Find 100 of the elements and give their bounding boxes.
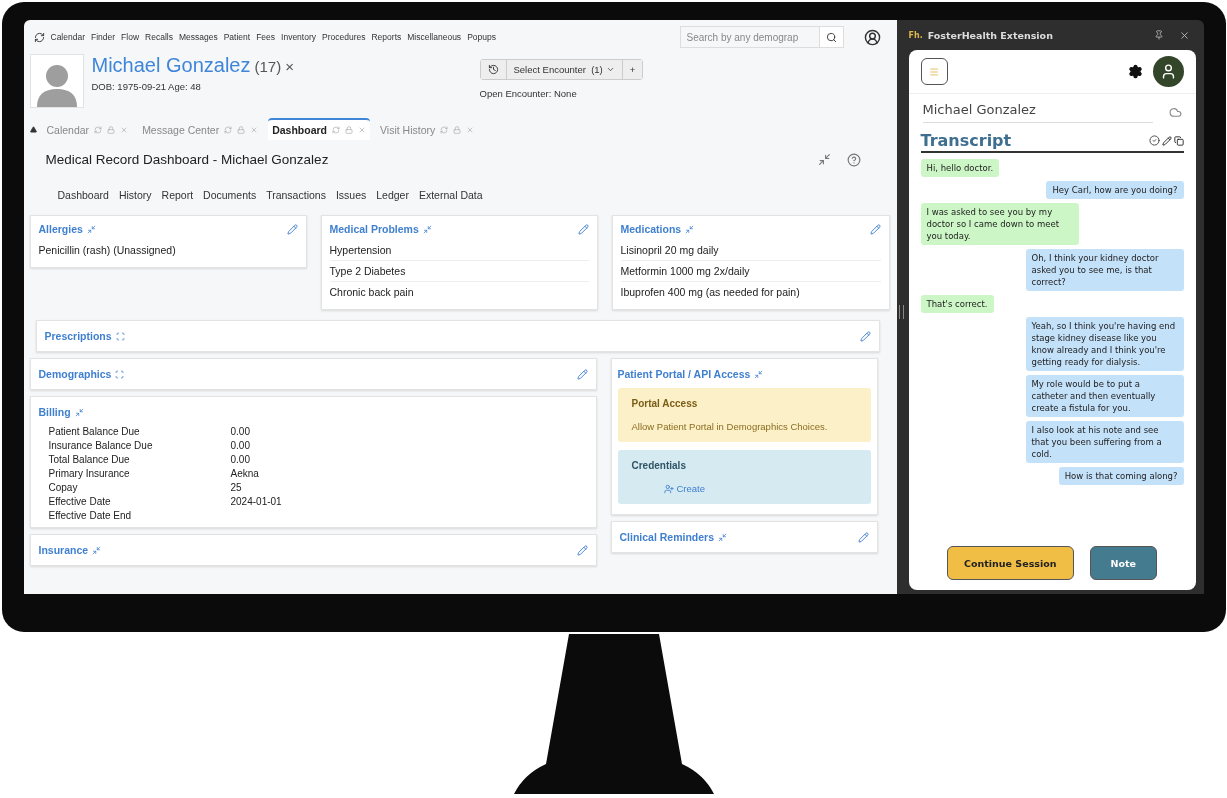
billing-label: Primary Insurance — [48, 468, 131, 479]
patient-dob-age: DOB: 1975-09-21 Age: 48 — [91, 81, 202, 92]
list-item: Hypertension — [329, 240, 589, 261]
nav-link[interactable]: Transactions — [266, 189, 326, 201]
history-button[interactable] — [480, 60, 507, 79]
edit-button[interactable] — [286, 223, 298, 235]
settings-icon[interactable] — [1127, 64, 1143, 79]
card-title: Medications — [620, 223, 682, 235]
user-icon[interactable] — [863, 28, 881, 46]
nav-link[interactable]: Ledger — [376, 189, 409, 201]
refresh-icon[interactable] — [94, 126, 103, 134]
nav-link[interactable]: Miscellaneous — [407, 32, 462, 42]
billing-value: Aekna — [230, 468, 260, 479]
nav-link[interactable]: Popups — [467, 32, 496, 42]
tab[interactable]: Calendar — [42, 118, 133, 140]
nav-link[interactable]: Fees — [256, 32, 276, 42]
billing-label: Patient Balance Due — [48, 426, 141, 437]
lock-icon[interactable] — [345, 126, 353, 134]
note-button[interactable]: Note — [1089, 546, 1157, 580]
patient-name-field[interactable]: Michael Gonzalez — [922, 102, 1153, 123]
nav-link[interactable]: Issues — [335, 189, 367, 201]
resize-handle-icon[interactable] — [898, 305, 904, 319]
billing-value: 0.00 — [230, 440, 251, 451]
expand-icon[interactable] — [115, 331, 125, 341]
logo-icon — [33, 31, 45, 43]
card-title: Insurance — [38, 544, 89, 556]
card-title: Patient Portal / API Access — [617, 368, 751, 380]
nav-link[interactable]: Reports — [371, 32, 402, 42]
card-title: Clinical Reminders — [619, 531, 715, 543]
message-bubble: My role would be to put a catheter and then eventually create a fistula for you. — [1025, 375, 1184, 417]
tab[interactable]: Message Center — [138, 118, 263, 140]
edit-button[interactable] — [576, 368, 588, 380]
list-item: Metformin 1000 mg 2x/daily — [620, 261, 881, 282]
card-title: Prescriptions — [44, 330, 112, 342]
nav-link[interactable]: External Data — [418, 189, 483, 201]
refresh-icon[interactable] — [332, 126, 340, 134]
nav-link[interactable]: Calendar — [50, 32, 85, 42]
message-bubble: Yeah, so I think you're having end stage kidney disease like you know already and I think you're getting ready for dialysis. — [1025, 317, 1184, 371]
lock-icon[interactable] — [237, 126, 246, 134]
edit-button[interactable] — [577, 223, 589, 235]
transcript-title: Transcript — [920, 131, 1013, 150]
edit-icon[interactable] — [1161, 135, 1172, 146]
patient-count: (17) — [254, 58, 282, 75]
notice-text: Allow Patient Portal in Demographics Choices. — [631, 421, 829, 432]
message-bubble: Oh, I think your kidney doctor asked you to see me, is that correct? — [1025, 249, 1184, 291]
refresh-icon[interactable] — [224, 126, 233, 134]
brand-logo: Fh. — [908, 30, 923, 40]
list-item: Ibuprofen 400 mg (as needed for pain) — [620, 285, 801, 300]
caret-icon — [605, 65, 615, 74]
list-item: Type 2 Diabetes — [329, 261, 589, 282]
edit-button[interactable] — [869, 223, 881, 235]
tab[interactable]: Visit History — [376, 118, 479, 140]
close-button[interactable]: × — [285, 58, 294, 75]
expand-icon[interactable] — [115, 369, 125, 379]
help-icon[interactable] — [846, 152, 861, 167]
continue-button[interactable]: Continue Session — [947, 546, 1074, 580]
edit-button[interactable] — [857, 531, 869, 543]
message-bubble: Hey Carl, how are you doing? — [1046, 181, 1184, 199]
list-item: Penicillin (rash) (Unassigned) — [38, 243, 177, 258]
collapse-icon[interactable] — [29, 126, 37, 133]
extension-title: FosterHealth Extension — [927, 29, 1054, 41]
lock-icon[interactable] — [453, 126, 462, 134]
nav-link[interactable]: Messages — [178, 32, 218, 42]
nav-link[interactable]: Patient — [223, 32, 251, 42]
history-icon — [487, 64, 499, 75]
search-button[interactable] — [819, 26, 844, 48]
message-bubble: I also look at his note and see that you been suffering from a cold. — [1025, 421, 1184, 463]
pin-icon[interactable] — [1153, 30, 1164, 40]
search-icon — [825, 31, 837, 43]
nav-link[interactable]: Dashboard — [57, 189, 109, 201]
list-item: Chronic back pain — [329, 285, 415, 300]
avatar-button[interactable] — [1152, 56, 1184, 87]
search-field[interactable]: Search by any demograp — [679, 26, 820, 48]
nav-link[interactable]: Inventory — [281, 32, 316, 42]
billing-value: 25 — [230, 482, 243, 493]
notice-title: Portal Access — [631, 398, 699, 409]
menu-button[interactable] — [920, 58, 948, 85]
nav-link[interactable]: Recalls — [145, 32, 173, 42]
open-encounter-text: Open Encounter: None — [479, 88, 578, 99]
copy-icon[interactable] — [1173, 135, 1184, 146]
nav-link[interactable]: Documents — [203, 189, 257, 201]
edit-button[interactable] — [576, 544, 588, 556]
menu-icon — [929, 66, 939, 77]
edit-button[interactable] — [859, 330, 871, 342]
nav-link[interactable]: Flow — [121, 32, 140, 42]
nav-link[interactable]: Procedures — [322, 32, 366, 42]
nav-link[interactable]: History — [118, 189, 152, 201]
card-title: Medical Problems — [329, 223, 419, 235]
message-bubble: I was asked to see you by my doctor so I came down to meet you today. — [920, 203, 1079, 245]
list-item: Lisinopril 20 mg daily — [620, 240, 881, 261]
nav-link[interactable]: Finder — [91, 32, 116, 42]
refresh-icon[interactable] — [440, 126, 449, 134]
avatar-silhouette — [29, 54, 84, 108]
close-icon[interactable] — [1178, 29, 1190, 41]
nav-link[interactable]: Report — [161, 189, 194, 201]
lock-icon[interactable] — [107, 126, 116, 134]
check-icon[interactable] — [1148, 135, 1160, 146]
tab[interactable]: Dashboard — [268, 118, 370, 140]
billing-value: 0.00 — [230, 454, 251, 465]
billing-label: Effective Date — [48, 496, 112, 507]
